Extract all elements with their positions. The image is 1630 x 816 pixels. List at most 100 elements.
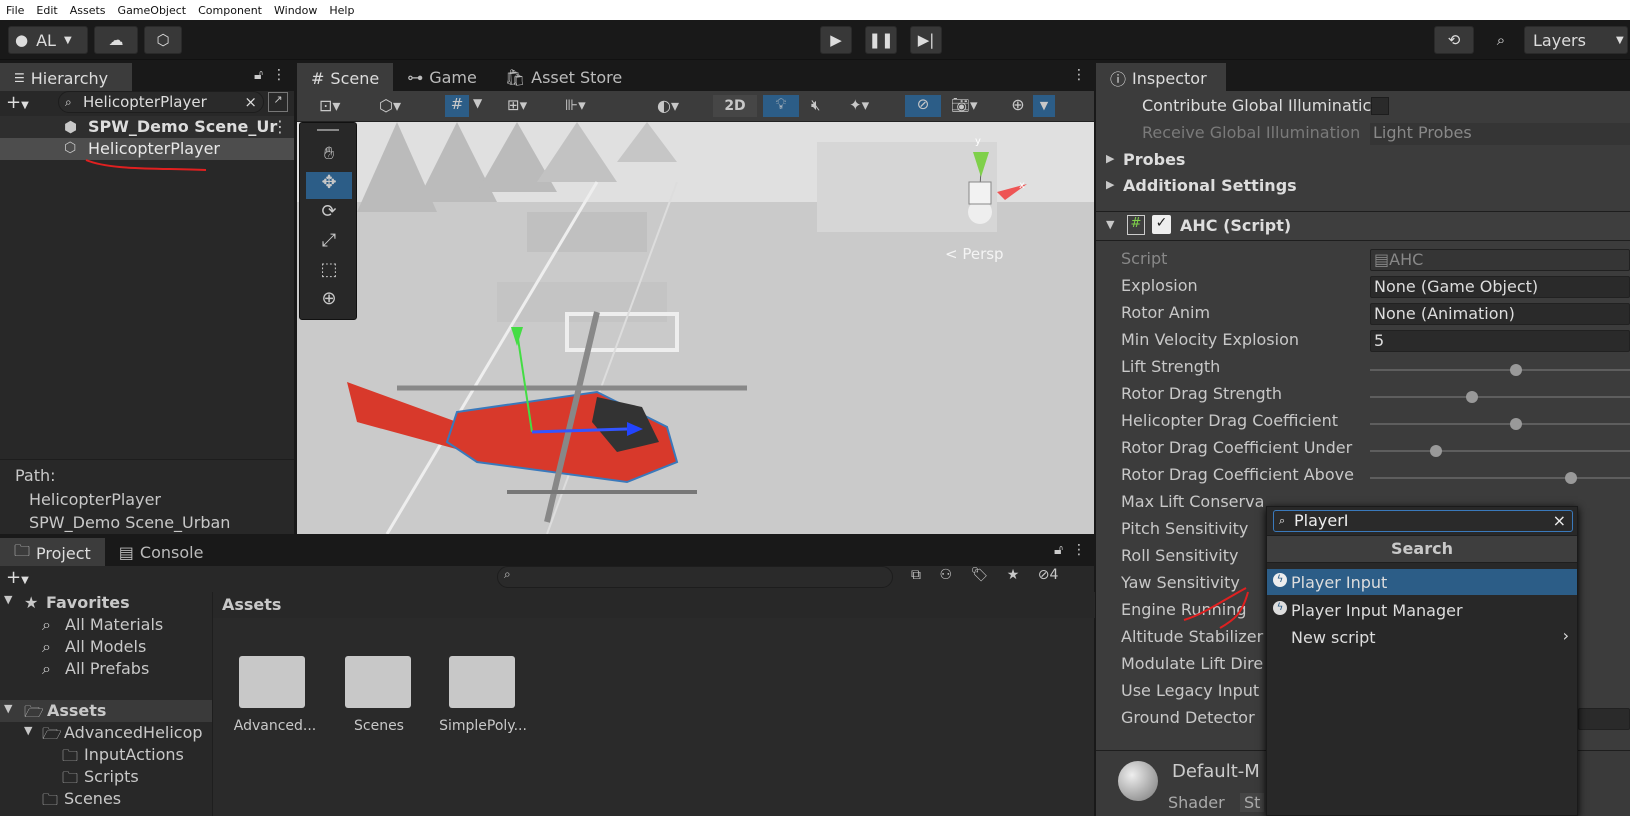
open-window-icon[interactable]: ⧉: [911, 567, 921, 583]
menu-edit[interactable]: Edit: [30, 4, 63, 17]
helicopter-drag-coefficient-slider[interactable]: [1370, 418, 1630, 430]
rotor-anim-field[interactable]: None (Animation): [1370, 303, 1630, 325]
chevron-down-icon[interactable]: ▼: [1033, 95, 1055, 117]
menu-assets[interactable]: Assets: [64, 4, 112, 17]
favorite-item[interactable]: All Models: [65, 637, 146, 656]
hierarchy-search-input[interactable]: ⌕ HelicopterPlayer ×: [58, 91, 264, 113]
breadcrumb-item[interactable]: Assets: [222, 595, 281, 614]
receive-gi-dropdown[interactable]: Light Probes: [1370, 123, 1630, 145]
rotor-drag-strength-slider[interactable]: [1370, 391, 1630, 403]
lock-icon[interactable]: 🔓︎: [1054, 542, 1063, 558]
ground-detector-field[interactable]: [1578, 708, 1630, 730]
enabled-checkbox[interactable]: ✓: [1152, 215, 1171, 234]
project-search-input[interactable]: ⌕: [497, 566, 893, 588]
hand-tool-icon[interactable]: ✋︎: [306, 143, 352, 170]
favorites-label[interactable]: Favorites: [46, 593, 130, 612]
scene-row[interactable]: ⬢ SPW_Demo Scene_Ur ⋮: [0, 116, 294, 138]
probes-foldout[interactable]: Probes: [1123, 150, 1185, 169]
add-button[interactable]: +▼: [6, 92, 29, 113]
additional-settings-foldout[interactable]: Additional Settings: [1123, 176, 1297, 195]
snap-increment-icon[interactable]: ⊞▾: [507, 96, 527, 114]
projection-label[interactable]: < Persp: [945, 245, 1004, 263]
lock-icon[interactable]: 🔓︎: [254, 67, 263, 83]
scene-visibility-button[interactable]: ↗: [268, 92, 288, 112]
chevron-down-icon[interactable]: ▼: [4, 702, 12, 715]
move-tool-icon[interactable]: ✥: [306, 172, 352, 199]
slider-handle[interactable]: [1429, 445, 1442, 457]
star-icon[interactable]: ★: [1007, 567, 1020, 583]
axis-x-label[interactable]: x: [1019, 180, 1025, 191]
account-dropdown[interactable]: ● AL ▼: [8, 26, 88, 54]
rotor-drag-coefficient-under-slider[interactable]: [1370, 445, 1630, 457]
cloud-button[interactable]: ☁: [94, 26, 138, 54]
pause-button[interactable]: ❚❚: [865, 26, 897, 54]
tree-item-label[interactable]: InputActions: [84, 745, 184, 764]
effects-icon[interactable]: ✦▾: [849, 96, 869, 114]
label-icon[interactable]: 🏷︎: [970, 567, 988, 583]
clear-icon[interactable]: ×: [244, 92, 257, 112]
component-header[interactable]: ▼ # ✓ AHC (Script): [1096, 211, 1630, 241]
chevron-right-icon[interactable]: ▶: [1106, 152, 1114, 165]
script-field[interactable]: ▤AHC: [1370, 249, 1630, 271]
shading-mode-icon[interactable]: ◐▾: [657, 96, 679, 115]
path-entry[interactable]: HelicopterPlayer: [29, 490, 161, 509]
create-button[interactable]: +▼: [6, 567, 29, 588]
path-entry[interactable]: SPW_Demo Scene_Urban: [29, 513, 230, 532]
gizmos-icon[interactable]: ⊕: [1005, 95, 1031, 117]
layers-dropdown[interactable]: Layers ▼: [1524, 26, 1628, 54]
step-button[interactable]: ▶|: [910, 26, 942, 54]
search-button[interactable]: ⌕: [1484, 26, 1518, 54]
pivot-icon[interactable]: ⬡▾: [379, 96, 401, 115]
more-icon[interactable]: ⋮: [1072, 542, 1086, 558]
clear-icon[interactable]: ×: [1553, 511, 1566, 531]
more-icon[interactable]: ⋮: [1072, 67, 1086, 83]
contribute-gi-checkbox[interactable]: [1371, 97, 1389, 115]
lighting-icon[interactable]: 💡︎: [763, 95, 799, 117]
play-button[interactable]: ▶: [820, 26, 852, 54]
slider-handle[interactable]: [1565, 472, 1577, 484]
tab-console[interactable]: ▤ Console: [105, 538, 218, 566]
tree-item-label[interactable]: Scripts: [84, 767, 139, 786]
min-velocity-explosion-field[interactable]: 5: [1370, 330, 1630, 352]
popup-item-new-script[interactable]: New script ›: [1267, 624, 1577, 650]
tree-item-label[interactable]: AdvancedHelicop: [64, 723, 203, 742]
chevron-down-icon[interactable]: ▼: [473, 96, 482, 110]
menu-window[interactable]: Window: [268, 4, 323, 17]
axis-y-label[interactable]: y: [975, 136, 981, 147]
grid-snap-icon[interactable]: #: [445, 95, 469, 117]
tab-inspector[interactable]: ⓘ Inspector: [1096, 63, 1226, 91]
chevron-right-icon[interactable]: ▶: [1106, 178, 1114, 191]
camera-icon[interactable]: 📷︎▾: [951, 96, 978, 114]
rotate-tool-icon[interactable]: ⟳: [306, 201, 352, 228]
tab-scene[interactable]: # Scene: [297, 63, 394, 91]
hidden-objects-icon[interactable]: ⊘: [905, 95, 941, 117]
gizmo-tool-icon[interactable]: ⊡▾: [319, 96, 340, 115]
tab-project[interactable]: 🗀 Project: [0, 538, 105, 566]
transform-tool-icon[interactable]: ⊕: [306, 288, 352, 315]
explosion-field[interactable]: None (Game Object): [1370, 276, 1630, 298]
scene-viewport[interactable]: < Persp x y ✋︎ ✥ ⟳ ⤢ ⬚ ⊕: [297, 122, 1094, 534]
rotor-drag-coefficient-above-slider[interactable]: [1370, 472, 1630, 484]
ruler-icon[interactable]: ⊪▾: [565, 96, 586, 114]
popup-item-player-input-manager[interactable]: ϟ Player Input Manager: [1267, 597, 1577, 623]
shader-dropdown[interactable]: St: [1240, 793, 1265, 812]
more-icon[interactable]: ⋮: [272, 67, 286, 83]
lift-strength-slider[interactable]: [1370, 364, 1630, 376]
collab-button[interactable]: ⬡: [144, 26, 182, 54]
menu-file[interactable]: File: [0, 4, 30, 17]
menu-component[interactable]: Component: [192, 4, 268, 17]
toggle-2d-button[interactable]: 2D: [713, 95, 757, 117]
folder-item[interactable]: SimplePoly...: [435, 648, 531, 744]
tab-hierarchy[interactable]: ☰ Hierarchy: [0, 63, 132, 91]
folder-item[interactable]: Advanced...: [227, 648, 323, 744]
popup-item-player-input[interactable]: ϟ Player Input: [1267, 569, 1577, 595]
tree-item-label[interactable]: Scenes: [64, 789, 121, 808]
menu-gameobject[interactable]: GameObject: [112, 4, 193, 17]
folder-item[interactable]: Scenes: [331, 648, 427, 744]
scale-tool-icon[interactable]: ⤢: [306, 230, 352, 257]
menu-help[interactable]: Help: [323, 4, 360, 17]
hidden-packages-icon[interactable]: ⊘: [1038, 567, 1050, 583]
tab-game[interactable]: ⊶ Game: [393, 63, 491, 91]
audio-mute-icon[interactable]: 🔇︎: [811, 96, 820, 114]
favorite-item[interactable]: All Prefabs: [65, 659, 149, 678]
